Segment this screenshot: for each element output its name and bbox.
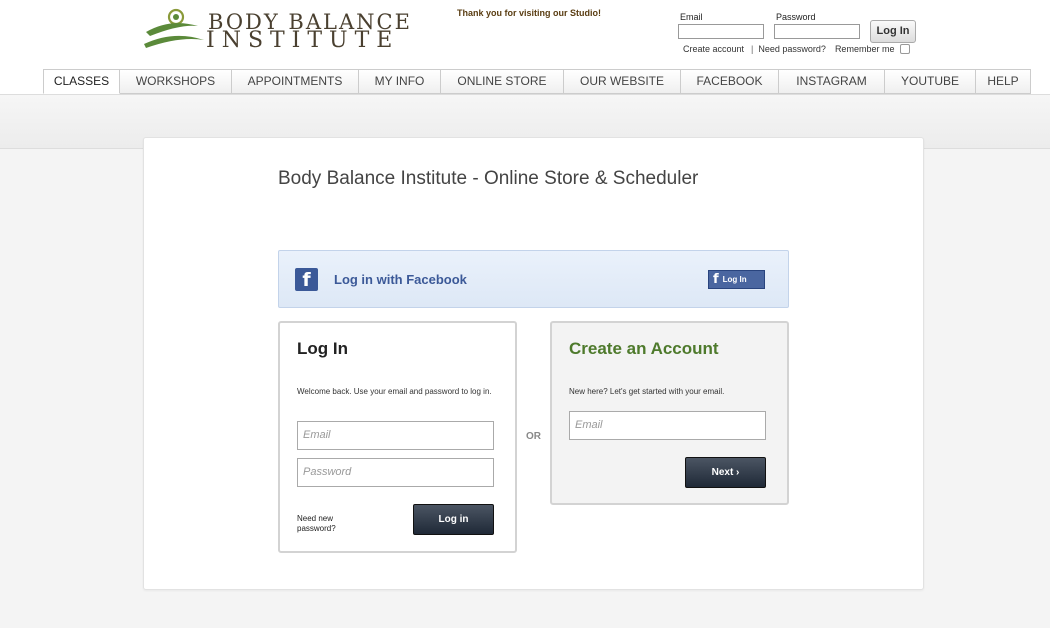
create-account-panel: Create an Account New here? Let's get st… [550,321,789,505]
header-password-label: Password [776,12,816,22]
remember-me-label: Remember me [834,44,895,54]
header-email-input[interactable] [678,24,764,39]
tab-appointments[interactable]: APPOINTMENTS [232,69,359,94]
login-description: Welcome back. Use your email and passwor… [297,387,492,396]
tab-instagram[interactable]: INSTAGRAM [779,69,885,94]
login-password-input[interactable]: Password [297,458,494,487]
tab-classes[interactable]: CLASSES [43,69,120,94]
login-panel: Log In Welcome back. Use your email and … [278,321,517,553]
login-button[interactable]: Log in [413,504,494,535]
tab-online-store[interactable]: ONLINE STORE [441,69,564,94]
page-title: Body Balance Institute - Online Store & … [278,168,699,189]
spiral-swoosh-logo-icon [144,8,204,48]
brand-logo[interactable]: BODY BALANCE INSTITUTE [140,6,410,53]
link-separator: | [751,44,754,54]
create-account-link[interactable]: Create account [683,44,744,54]
brand-name-line2: INSTITUTE [206,28,400,53]
facebook-small-icon: f [713,272,719,287]
header-links: Create account | Need password? Remember… [683,44,911,54]
facebook-button-label: Log In [722,275,747,284]
next-button[interactable]: Next › [685,457,766,488]
header-password-input[interactable] [774,24,860,39]
create-account-description: New here? Let's get started with your em… [569,387,725,396]
or-separator: OR [526,431,541,442]
facebook-login-text[interactable]: Log in with Facebook [334,272,467,287]
facebook-login-bar[interactable]: f Log in with Facebook f Log In [278,250,789,308]
site-header: BODY BALANCE INSTITUTE Thank you for vis… [0,0,1050,70]
need-new-password-link[interactable]: Need new password? [297,514,367,534]
main-card: Body Balance Institute - Online Store & … [143,137,924,590]
login-email-input[interactable]: Email [297,421,494,450]
tab-workshops[interactable]: WORKSHOPS [120,69,232,94]
header-login-button[interactable]: Log In [870,20,916,43]
tab-our-website[interactable]: OUR WEBSITE [564,69,681,94]
tab-youtube[interactable]: YOUTUBE [885,69,976,94]
welcome-message: Thank you for visiting our Studio! [457,8,601,18]
create-account-heading: Create an Account [569,339,719,358]
facebook-login-button[interactable]: f Log In [708,270,765,289]
facebook-f-icon: f [295,268,318,291]
remember-me-checkbox[interactable] [900,44,911,54]
header-email-label: Email [680,12,703,22]
login-heading: Log In [297,339,348,358]
tab-help[interactable]: HELP [976,69,1031,94]
main-nav: CLASSES WORKSHOPS APPOINTMENTS MY INFO O… [43,69,1031,94]
tab-facebook[interactable]: FACEBOOK [681,69,779,94]
need-password-link[interactable]: Need password? [758,44,826,54]
create-email-input[interactable]: Email [569,411,766,440]
tab-my-info[interactable]: MY INFO [359,69,441,94]
